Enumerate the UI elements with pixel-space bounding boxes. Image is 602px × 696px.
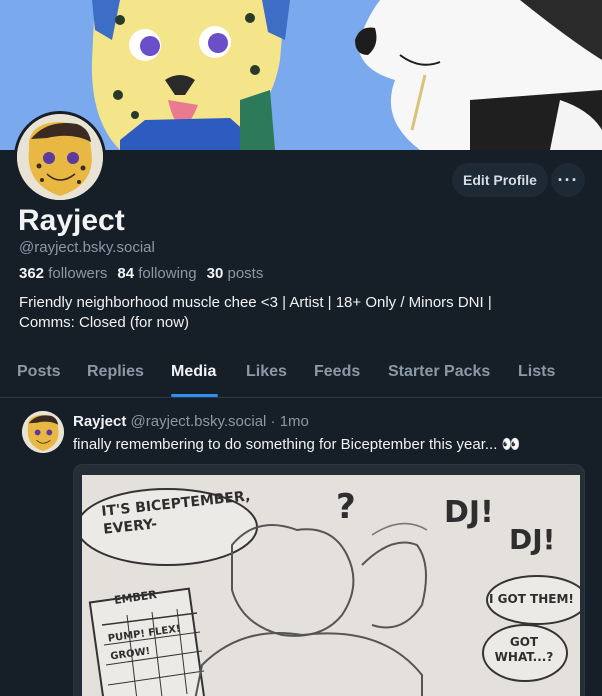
tab-lists[interactable]: Lists [518, 363, 555, 381]
following-count: 84 [117, 265, 135, 282]
profile-handle: @rayject.bsky.social [19, 239, 155, 256]
profile-display-name: Rayject [18, 204, 125, 237]
profile-tabs: Posts Replies Media Likes Feeds Starter … [0, 352, 602, 398]
followers-count: 362 [19, 265, 45, 282]
post-author-handle[interactable]: @rayject.bsky.social [131, 413, 267, 430]
followers-label: followers [48, 265, 108, 282]
comic-question-mark: ? [336, 487, 356, 527]
profile-avatar[interactable] [14, 111, 106, 203]
comic-dj-shout: DJ! [444, 495, 494, 530]
tab-likes[interactable]: Likes [246, 363, 287, 381]
posts-count: 30 [206, 265, 224, 282]
comic-dj-shout: DJ! [509, 523, 556, 556]
bio-line: Friendly neighborhood muscle chee <3 | A… [19, 294, 492, 311]
tab-starter-packs[interactable]: Starter Packs [388, 363, 490, 381]
comic-bubble-text: I GOT THEM! [489, 592, 574, 606]
avatar-image [17, 114, 103, 200]
post-separator: · [270, 413, 276, 430]
profile-bio: Friendly neighborhood muscle chee <3 | A… [19, 293, 579, 333]
more-options-button[interactable]: ··· [551, 163, 585, 197]
profile-stats: 362 followers 84 following 30 posts [19, 265, 263, 282]
followers-stat[interactable]: 362 followers [19, 265, 107, 282]
posts-label: posts [227, 265, 264, 282]
post-author-name[interactable]: Rayject [73, 413, 126, 430]
post-image[interactable]: IT'S BICEPTEMBER, EVERY- ? DJ! DJ! I GOT… [73, 464, 585, 696]
tab-posts[interactable]: Posts [17, 363, 61, 381]
post-avatar-image [22, 411, 64, 453]
posts-stat: 30 posts [207, 265, 264, 282]
bio-line: Comms: Closed (for now) [19, 314, 190, 331]
following-stat[interactable]: 84 following [117, 265, 196, 282]
comic-bubble-text: GOT WHAT...? [494, 635, 554, 664]
post-text: finally remembering to do something for … [73, 436, 521, 453]
tab-media[interactable]: Media [171, 363, 216, 381]
following-label: following [138, 265, 197, 282]
post-header: Rayject @rayject.bsky.social · 1mo [73, 413, 309, 430]
edit-profile-button[interactable]: Edit Profile [452, 163, 548, 197]
post-author-avatar[interactable] [22, 411, 64, 453]
tab-feeds[interactable]: Feeds [314, 363, 360, 381]
post-timestamp[interactable]: 1mo [280, 413, 309, 430]
tab-replies[interactable]: Replies [87, 363, 144, 381]
active-tab-indicator [171, 394, 218, 397]
